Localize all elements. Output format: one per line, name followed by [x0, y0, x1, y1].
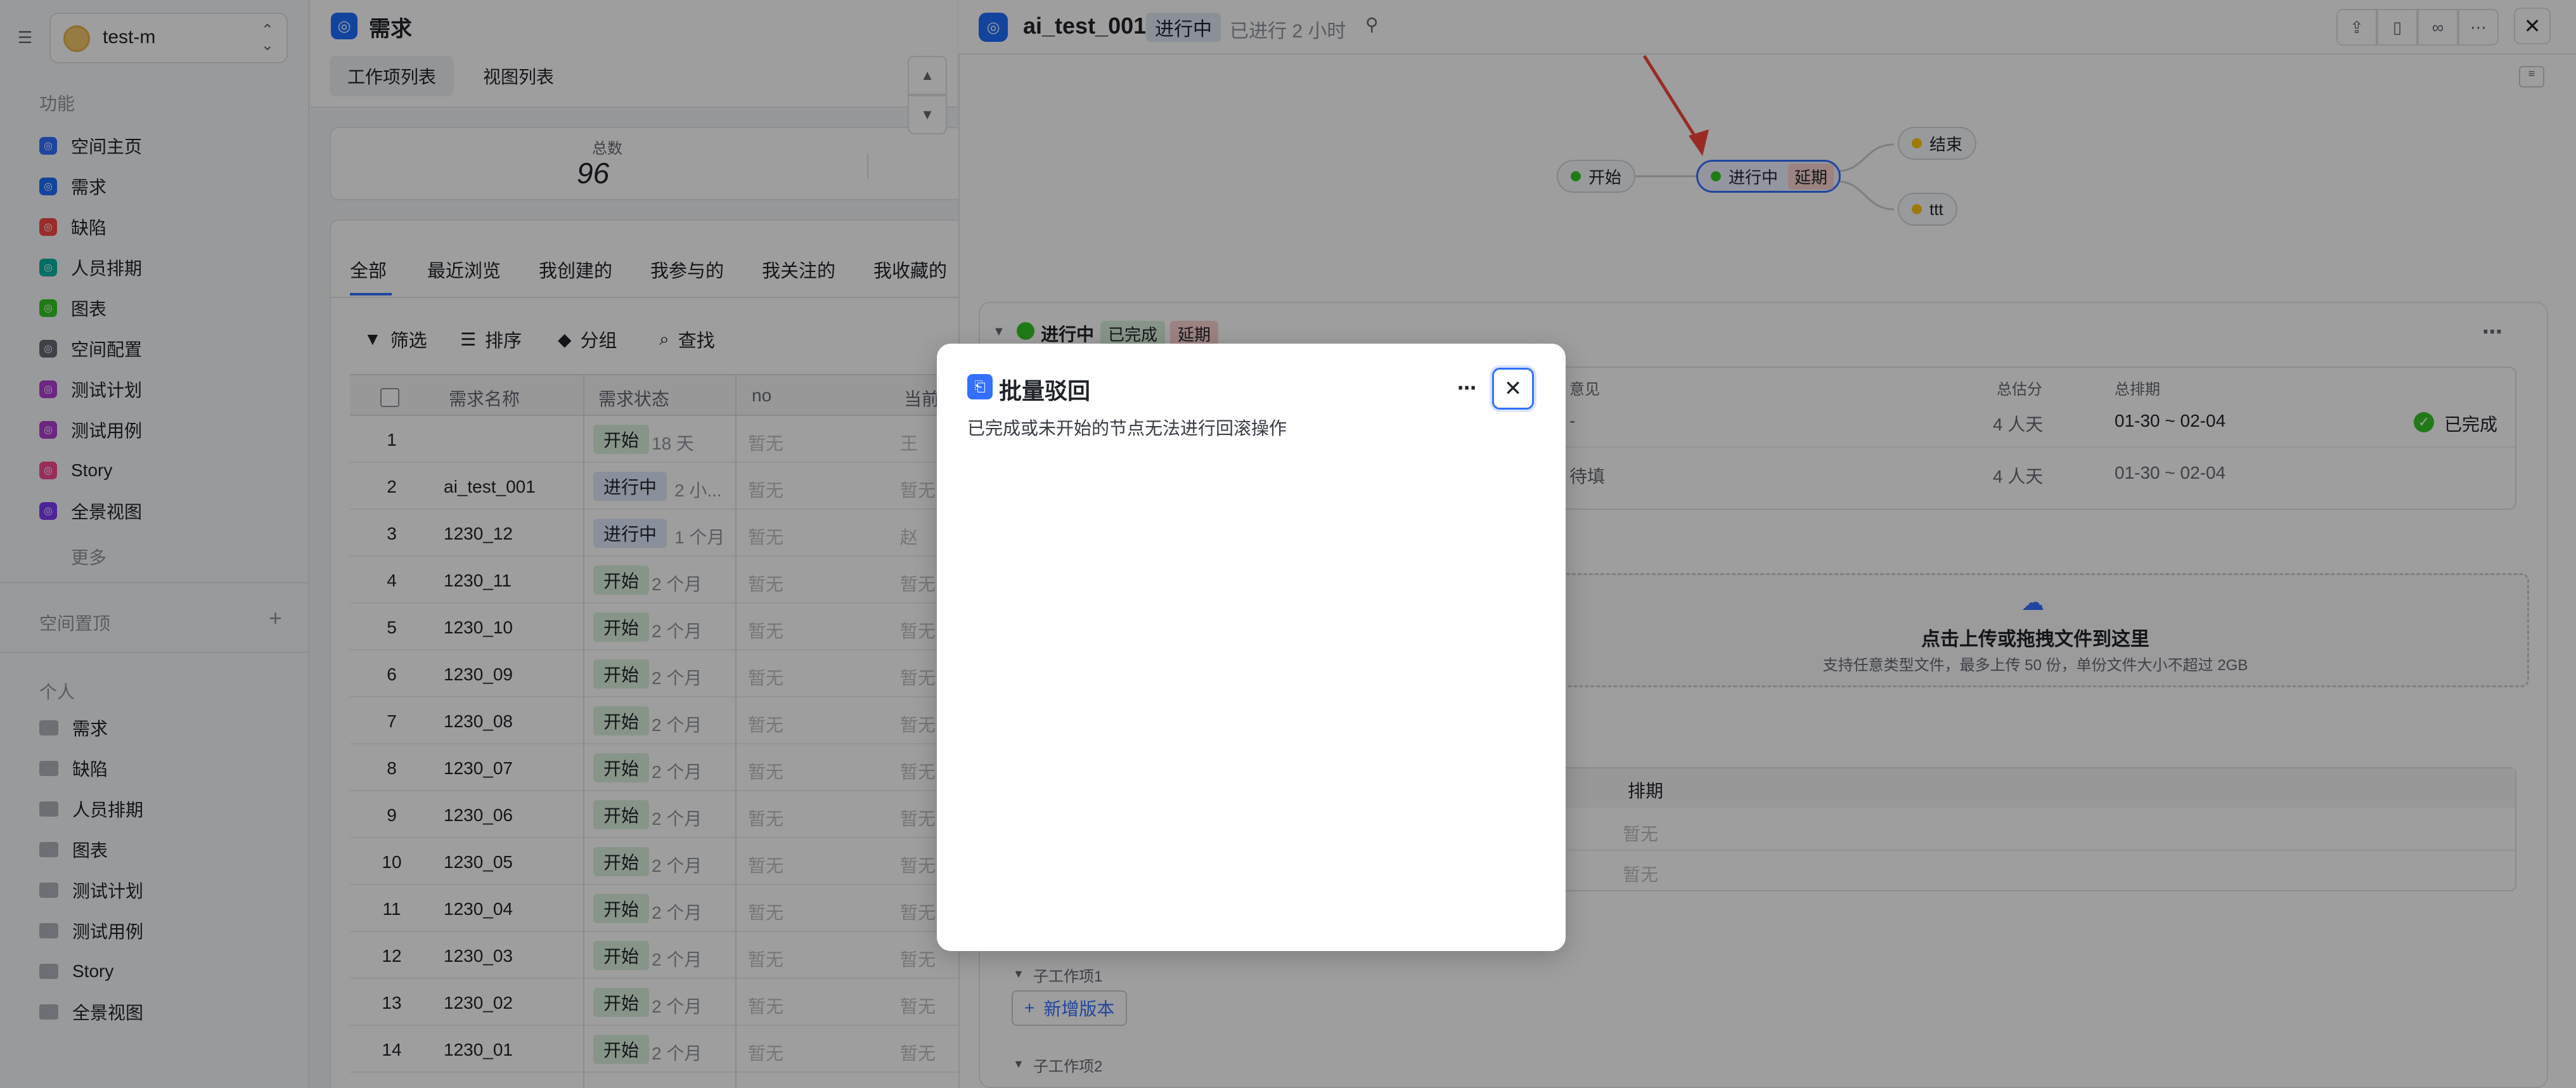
batch-reject-icon: ⎗ — [967, 374, 993, 399]
batch-reject-dialog: ⎗ 批量驳回 已完成或未开始的节点无法进行回滚操作 ⋯ ✕ — [937, 344, 1566, 951]
more-icon[interactable]: ⋯ — [1449, 370, 1484, 406]
dialog-description: 已完成或未开始的节点无法进行回滚操作 — [967, 418, 1287, 438]
close-icon[interactable]: ✕ — [1492, 368, 1534, 410]
dialog-title: 批量驳回 — [999, 378, 1091, 404]
